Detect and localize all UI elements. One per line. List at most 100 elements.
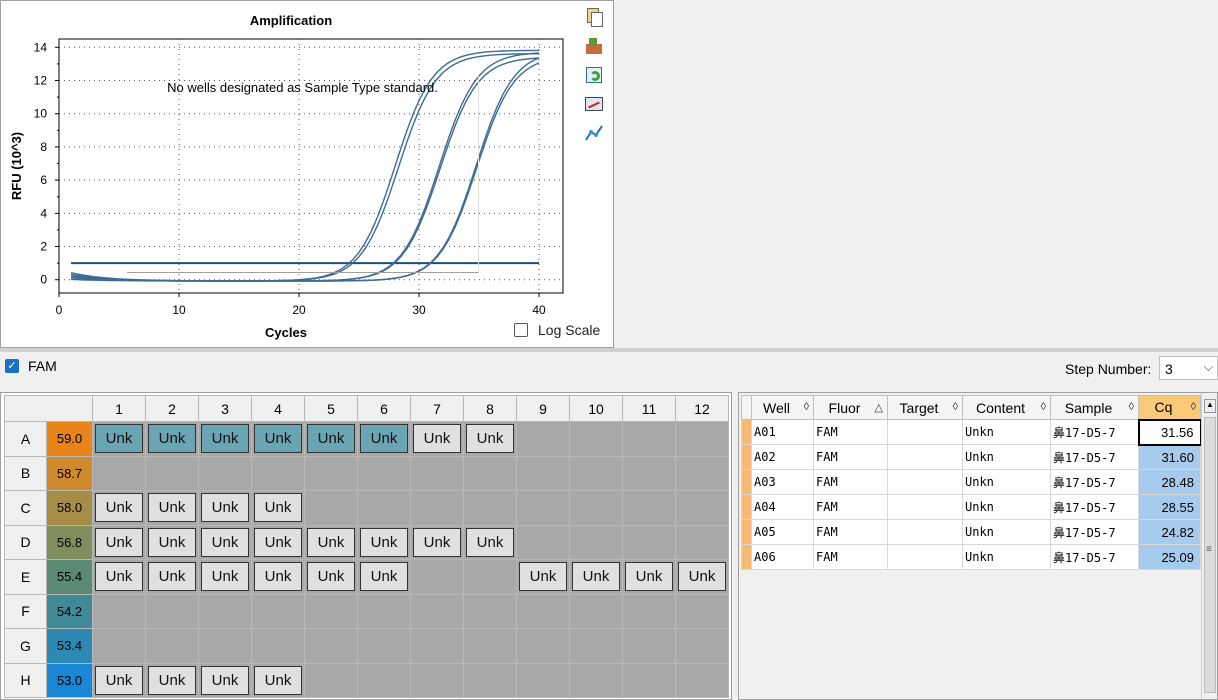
- plate-well[interactable]: [410, 490, 464, 526]
- plate-well[interactable]: [516, 524, 570, 560]
- table-row[interactable]: A02 FAM Unkn 鼻17-D5-7 31.60: [741, 444, 1201, 470]
- plate-row-header[interactable]: H: [4, 662, 47, 698]
- plate-column-header[interactable]: 9: [516, 395, 570, 422]
- plate-well[interactable]: Unk: [251, 559, 305, 595]
- plate-well[interactable]: [198, 455, 252, 491]
- plate-well[interactable]: [304, 455, 358, 491]
- plate-well[interactable]: Unk: [569, 559, 623, 595]
- cell-cq[interactable]: 24.82: [1138, 519, 1201, 545]
- column-header-cq[interactable]: Cq ◊: [1138, 395, 1201, 420]
- plate-well[interactable]: [569, 628, 623, 664]
- plate-well[interactable]: [516, 421, 570, 457]
- plate-well[interactable]: Unk: [410, 524, 464, 560]
- plate-row-header[interactable]: E: [4, 559, 47, 595]
- plate-row-header[interactable]: A: [4, 421, 47, 457]
- cell-cq[interactable]: 28.48: [1138, 469, 1201, 495]
- cell-cq[interactable]: 31.60: [1138, 444, 1201, 470]
- plate-well[interactable]: Unk: [304, 559, 358, 595]
- plate-well[interactable]: [463, 628, 517, 664]
- plate-well[interactable]: [516, 455, 570, 491]
- scroll-up-icon[interactable]: ▲: [1204, 399, 1216, 413]
- cell-cq[interactable]: 31.56: [1137, 418, 1202, 446]
- log-scale-checkbox[interactable]: [514, 323, 528, 337]
- plate-well[interactable]: [92, 593, 146, 629]
- plate-well[interactable]: Unk: [410, 421, 464, 457]
- plate-row-header[interactable]: C: [4, 490, 47, 526]
- export-icon[interactable]: [584, 36, 604, 56]
- plate-column-header[interactable]: 1: [92, 395, 146, 422]
- plate-well[interactable]: [145, 628, 199, 664]
- plate-well[interactable]: Unk: [304, 421, 358, 457]
- plate-well[interactable]: [569, 662, 623, 698]
- plate-well[interactable]: [675, 490, 729, 526]
- plate-well[interactable]: [516, 662, 570, 698]
- plate-well[interactable]: [410, 455, 464, 491]
- plate-well[interactable]: [357, 455, 411, 491]
- plate-well[interactable]: Unk: [357, 559, 411, 595]
- plate-well[interactable]: [622, 524, 676, 560]
- plate-well[interactable]: [410, 559, 464, 595]
- plate-well[interactable]: [304, 628, 358, 664]
- plate-well[interactable]: [675, 421, 729, 457]
- plate-row-header[interactable]: G: [4, 628, 47, 664]
- plate-column-header[interactable]: 6: [357, 395, 411, 422]
- fam-checkbox[interactable]: ✓: [5, 359, 19, 373]
- plate-well[interactable]: [463, 662, 517, 698]
- sort-icon[interactable]: ◊: [1041, 401, 1046, 413]
- plate-well[interactable]: [569, 421, 623, 457]
- plate-well[interactable]: Unk: [145, 559, 199, 595]
- step-number-select[interactable]: 3 ⌵: [1159, 356, 1218, 380]
- row-selector[interactable]: [741, 519, 752, 545]
- plate-well[interactable]: [569, 593, 623, 629]
- plate-row-header[interactable]: F: [4, 593, 47, 629]
- line-style-icon[interactable]: [584, 123, 604, 143]
- plate-well[interactable]: [357, 490, 411, 526]
- plate-well[interactable]: Unk: [251, 421, 305, 457]
- plate-well[interactable]: Unk: [92, 524, 146, 560]
- plate-well[interactable]: [251, 455, 305, 491]
- row-selector[interactable]: [741, 544, 752, 570]
- plate-well[interactable]: [675, 455, 729, 491]
- plate-column-header[interactable]: 2: [145, 395, 199, 422]
- plate-well[interactable]: Unk: [198, 421, 252, 457]
- plate-well[interactable]: [410, 593, 464, 629]
- plate-well[interactable]: Unk: [463, 524, 517, 560]
- sort-icon[interactable]: ◊: [1129, 401, 1134, 413]
- plate-well[interactable]: [463, 559, 517, 595]
- plate-well[interactable]: [622, 662, 676, 698]
- plate-well[interactable]: Unk: [145, 490, 199, 526]
- plate-column-header[interactable]: 7: [410, 395, 464, 422]
- row-selector[interactable]: [741, 444, 752, 470]
- plate-well[interactable]: Unk: [304, 524, 358, 560]
- plate-well[interactable]: [251, 593, 305, 629]
- plate-well[interactable]: [463, 455, 517, 491]
- sort-icon[interactable]: ◊: [1191, 401, 1196, 413]
- plate-well[interactable]: [463, 593, 517, 629]
- plate-well[interactable]: [463, 490, 517, 526]
- plate-well[interactable]: [357, 628, 411, 664]
- column-header-target[interactable]: Target ◊: [887, 395, 963, 420]
- plate-well[interactable]: [622, 628, 676, 664]
- plate-corner[interactable]: [4, 395, 93, 422]
- row-selector[interactable]: [741, 469, 752, 495]
- plate-well[interactable]: Unk: [251, 490, 305, 526]
- plate-row-header[interactable]: B: [4, 455, 47, 491]
- plate-well[interactable]: Unk: [92, 490, 146, 526]
- table-row[interactable]: A05 FAM Unkn 鼻17-D5-7 24.82: [741, 519, 1201, 545]
- plate-well[interactable]: [145, 593, 199, 629]
- plate-well[interactable]: [516, 593, 570, 629]
- plate-row-header[interactable]: D: [4, 524, 47, 560]
- plate-column-header[interactable]: 8: [463, 395, 517, 422]
- table-row[interactable]: A04 FAM Unkn 鼻17-D5-7 28.55: [741, 494, 1201, 520]
- plate-well[interactable]: [410, 628, 464, 664]
- refresh-icon[interactable]: [584, 65, 604, 85]
- plate-well[interactable]: [675, 524, 729, 560]
- row-selector-header[interactable]: [741, 395, 752, 420]
- plate-well[interactable]: [92, 628, 146, 664]
- plate-well[interactable]: Unk: [198, 490, 252, 526]
- plate-well[interactable]: Unk: [198, 559, 252, 595]
- plate-well[interactable]: Unk: [92, 421, 146, 457]
- sort-icon[interactable]: ◊: [953, 401, 958, 413]
- plate-column-header[interactable]: 4: [251, 395, 305, 422]
- plate-well[interactable]: [92, 455, 146, 491]
